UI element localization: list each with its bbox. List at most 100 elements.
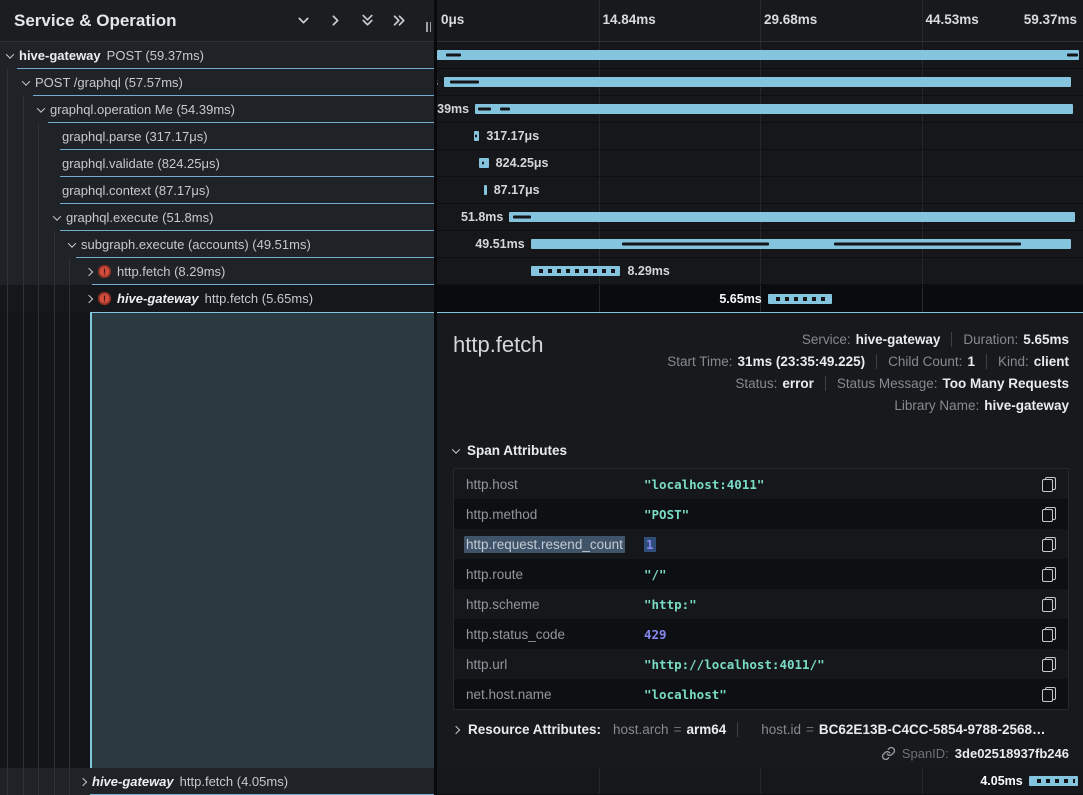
copy-icon[interactable] xyxy=(1042,567,1056,582)
copy-icon[interactable] xyxy=(1042,477,1056,492)
operation-label: POST (59.37ms) xyxy=(107,48,204,63)
header-row: Service & Operation 0μs14.84ms29.68ms44.… xyxy=(0,0,1083,42)
span-attributes-header[interactable]: Span Attributes xyxy=(453,443,1069,458)
span-row-label[interactable]: http.fetch (8.29ms) xyxy=(0,258,434,285)
timeline-gridline xyxy=(760,0,761,41)
span-row-label[interactable]: hive-gatewayhttp.fetch (4.05ms) xyxy=(0,768,434,795)
meta-label: Status: xyxy=(735,376,777,391)
chevrons-down-icon[interactable] xyxy=(358,12,376,30)
row-content: subgraph.execute (accounts) (49.51ms) xyxy=(0,231,434,258)
span-row-label[interactable]: hive-gatewayPOST (59.37ms) xyxy=(0,42,434,69)
meta-value: 31ms (23:35:49.225) xyxy=(738,354,866,369)
operation-label: graphql.execute (51.8ms) xyxy=(66,210,213,225)
indent-guide xyxy=(69,312,70,768)
copy-icon[interactable] xyxy=(1042,597,1056,612)
operation-label: graphql.parse (317.17μs) xyxy=(62,129,208,144)
chevron-down-icon[interactable] xyxy=(37,104,45,112)
duration-label: 49.51ms xyxy=(475,231,530,257)
span-row-label[interactable]: graphql.context (87.17μs) xyxy=(0,177,434,204)
span-row-label[interactable]: graphql.operation Me (54.39ms) xyxy=(0,96,434,123)
equals-sign: = xyxy=(806,722,814,737)
timeline-cell: 5.65ms xyxy=(437,285,1083,312)
attribute-key[interactable]: http.request.resend_count xyxy=(466,537,644,552)
link-icon[interactable] xyxy=(881,746,896,761)
timeline-gridline xyxy=(922,177,923,203)
chevron-down-icon[interactable] xyxy=(22,77,30,85)
timeline-bar[interactable] xyxy=(531,266,621,276)
copy-icon[interactable] xyxy=(1042,657,1056,672)
chevron-down-icon[interactable] xyxy=(53,212,61,220)
resource-key: host.arch xyxy=(613,722,669,737)
tree-row: graphql.validate (824.25μs)824.25μs xyxy=(0,150,1083,177)
span-row-label[interactable]: POST /graphql (57.57ms) xyxy=(0,69,434,96)
attribute-value[interactable]: 1 xyxy=(644,537,1034,552)
chevron-right-icon[interactable] xyxy=(85,267,93,275)
detail-left-rails xyxy=(0,312,434,768)
meta-line: Library Name:hive-gateway xyxy=(667,394,1069,416)
attribute-value[interactable]: "http:" xyxy=(644,597,1034,612)
chevron-down-icon[interactable] xyxy=(68,239,76,247)
timeline-gridline xyxy=(760,177,761,203)
panel-resize-handle-icon[interactable] xyxy=(426,22,431,32)
timeline-tick-label: 29.68ms xyxy=(764,12,817,27)
tree-row: hive-gatewayhttp.fetch (4.05ms)4.05ms xyxy=(0,768,1083,795)
span-row-label[interactable]: graphql.parse (317.17μs) xyxy=(0,123,434,150)
attribute-row: net.host.name"localhost" xyxy=(454,679,1068,709)
row-content: hive-gatewayPOST (59.37ms) xyxy=(0,42,434,69)
timeline-bar[interactable] xyxy=(768,294,832,304)
timeline-cell: 54.39ms xyxy=(437,96,1083,123)
attribute-value[interactable]: "POST" xyxy=(644,507,1034,522)
attribute-key[interactable]: http.route xyxy=(466,567,644,582)
span-row-label[interactable]: hive-gatewayhttp.fetch (5.65ms) xyxy=(0,285,434,312)
copy-icon[interactable] xyxy=(1042,537,1056,552)
attribute-value[interactable]: "http://localhost:4011/" xyxy=(644,657,1034,672)
chevrons-right-icon[interactable] xyxy=(390,12,408,30)
timeline-bar[interactable] xyxy=(444,77,1071,87)
timeline-bar[interactable] xyxy=(509,212,1075,222)
chevron-right-icon[interactable] xyxy=(79,777,87,785)
meta-value: client xyxy=(1034,354,1069,369)
operation-label: POST /graphql (57.57ms) xyxy=(35,75,183,90)
resource-attributes-row[interactable]: Resource Attributes: host.arch=arm64host… xyxy=(453,722,1069,737)
meta-label: Status Message: xyxy=(837,376,938,391)
resource-value: arm64 xyxy=(686,722,726,737)
chevron-down-icon[interactable] xyxy=(294,12,312,30)
span-row-label[interactable]: graphql.execute (51.8ms) xyxy=(0,204,434,231)
duration-label: 5.65ms xyxy=(719,285,767,312)
timeline-bar[interactable] xyxy=(437,50,1079,60)
chevron-right-icon[interactable] xyxy=(326,12,344,30)
attribute-value[interactable]: "/" xyxy=(644,567,1034,582)
copy-icon[interactable] xyxy=(1042,627,1056,642)
attribute-key[interactable]: http.url xyxy=(466,657,644,672)
chevron-down-icon[interactable] xyxy=(6,50,14,58)
timeline-bar[interactable] xyxy=(1029,776,1078,786)
attribute-key[interactable]: http.status_code xyxy=(466,627,644,642)
service-name: hive-gateway xyxy=(117,291,199,306)
trace-viewer: Service & Operation 0μs14.84ms29.68ms44.… xyxy=(0,0,1083,795)
chevron-right-icon[interactable] xyxy=(85,294,93,302)
copy-icon[interactable] xyxy=(1042,687,1056,702)
timeline-cell xyxy=(437,42,1083,69)
attribute-value[interactable]: "localhost" xyxy=(644,687,1034,702)
attribute-value[interactable]: "localhost:4011" xyxy=(644,477,1034,492)
timeline-bar[interactable] xyxy=(475,104,1073,114)
attribute-key[interactable]: http.method xyxy=(466,507,644,522)
attribute-key[interactable]: http.scheme xyxy=(466,597,644,612)
tree-row: graphql.execute (51.8ms)51.8ms xyxy=(0,204,1083,231)
row-content: POST /graphql (57.57ms) xyxy=(0,69,434,96)
span-id-label: SpanID: xyxy=(902,746,949,761)
selected-span-focus-box xyxy=(90,312,434,768)
span-row-label[interactable]: subgraph.execute (accounts) (49.51ms) xyxy=(0,231,434,258)
duration-label: 87.17μs xyxy=(487,177,540,203)
attribute-value[interactable]: 429 xyxy=(644,627,1034,642)
span-attributes-title: Span Attributes xyxy=(467,443,567,458)
tree-row: hive-gatewayhttp.fetch (5.65ms) 5.65ms xyxy=(0,285,1083,312)
span-row-label[interactable]: graphql.validate (824.25μs) xyxy=(0,150,434,177)
child-span-marker xyxy=(478,108,491,111)
timeline-cell: 57.57ms xyxy=(437,69,1083,96)
attribute-key[interactable]: net.host.name xyxy=(466,687,644,702)
attribute-key[interactable]: http.host xyxy=(466,477,644,492)
copy-icon[interactable] xyxy=(1042,507,1056,522)
meta-line: Status:errorStatus Message:Too Many Requ… xyxy=(667,372,1069,394)
timeline-cell: 317.17μs xyxy=(437,123,1083,150)
